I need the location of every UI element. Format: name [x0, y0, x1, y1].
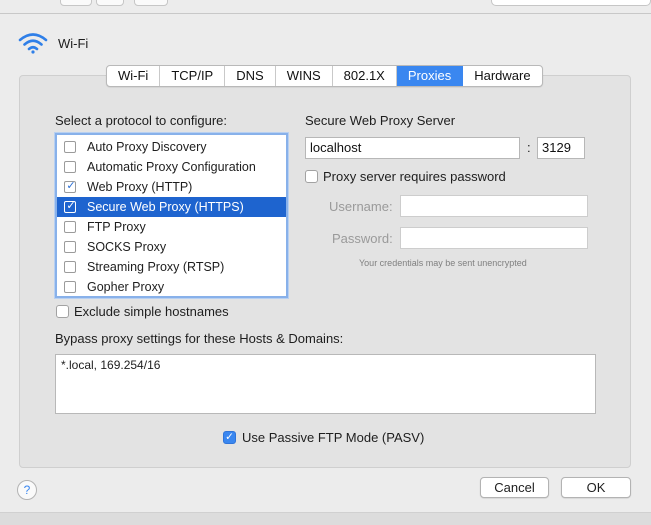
- protocol-label: FTP Proxy: [87, 220, 146, 234]
- requires-password-label: Proxy server requires password: [323, 169, 506, 184]
- passive-ftp-checkbox[interactable]: ✓: [223, 431, 236, 444]
- ok-button[interactable]: OK: [561, 477, 631, 498]
- bypass-label: Bypass proxy settings for these Hosts & …: [55, 331, 344, 346]
- port-separator: :: [527, 140, 531, 155]
- tab-wins[interactable]: WINS: [276, 66, 333, 86]
- tab-wifi[interactable]: Wi-Fi: [107, 66, 161, 86]
- proxy-host-field[interactable]: localhost: [305, 137, 520, 159]
- requires-password-checkbox[interactable]: [305, 170, 318, 183]
- username-field[interactable]: [400, 195, 588, 217]
- protocol-label: Gopher Proxy: [87, 280, 165, 294]
- bypass-hosts-field[interactable]: *.local, 169.254/16: [55, 354, 596, 414]
- protocol-label: Secure Web Proxy (HTTPS): [87, 200, 244, 214]
- protocol-item-gopher-proxy[interactable]: Gopher Proxy: [57, 277, 286, 297]
- server-heading: Secure Web Proxy Server: [305, 113, 456, 128]
- window-bottom-edge: [0, 512, 651, 525]
- protocol-label: Auto Proxy Discovery: [87, 140, 207, 154]
- protocol-list[interactable]: Auto Proxy Discovery Automatic Proxy Con…: [55, 133, 288, 298]
- protocol-list-heading: Select a protocol to configure:: [55, 113, 227, 128]
- interface-title: Wi-Fi: [58, 35, 89, 51]
- checkmark-icon: ✓: [225, 431, 234, 443]
- cancel-button[interactable]: Cancel: [480, 477, 549, 498]
- search-field[interactable]: [491, 0, 651, 6]
- password-field[interactable]: [400, 227, 588, 249]
- protocol-checkbox[interactable]: [64, 221, 76, 233]
- protocol-checkbox[interactable]: [64, 161, 76, 173]
- protocol-label: Streaming Proxy (RTSP): [87, 260, 225, 274]
- wifi-icon: [18, 33, 48, 54]
- protocol-checkbox[interactable]: [64, 141, 76, 153]
- toolbar-button[interactable]: [134, 0, 168, 6]
- protocol-label: SOCKS Proxy: [87, 240, 167, 254]
- credentials-note: Your credentials may be sent unencrypted: [359, 258, 527, 268]
- protocol-item-secure-web-proxy[interactable]: ✓ Secure Web Proxy (HTTPS): [57, 197, 286, 217]
- toolbar-button[interactable]: [96, 0, 124, 6]
- tab-bar: Wi-Fi TCP/IP DNS WINS 802.1X Proxies Har…: [106, 65, 543, 87]
- tab-proxies[interactable]: Proxies: [396, 66, 464, 86]
- passive-ftp-label: Use Passive FTP Mode (PASV): [242, 430, 425, 445]
- exclude-simple-hostnames-label: Exclude simple hostnames: [74, 304, 229, 319]
- protocol-item-auto-discovery[interactable]: Auto Proxy Discovery: [57, 137, 286, 157]
- protocol-item-web-proxy[interactable]: ✓ Web Proxy (HTTP): [57, 177, 286, 197]
- protocol-item-streaming-proxy[interactable]: Streaming Proxy (RTSP): [57, 257, 286, 277]
- protocol-item-auto-config[interactable]: Automatic Proxy Configuration: [57, 157, 286, 177]
- checkmark-icon: ✓: [66, 199, 76, 212]
- toolbar-button[interactable]: [60, 0, 92, 6]
- tab-hardware[interactable]: Hardware: [463, 66, 541, 86]
- toolbar-strip: [0, 0, 651, 14]
- interface-header: Wi-Fi: [18, 32, 88, 54]
- exclude-simple-hostnames-checkbox[interactable]: [56, 305, 69, 318]
- help-button[interactable]: ?: [17, 480, 37, 500]
- protocol-checkbox[interactable]: ✓: [64, 179, 76, 193]
- protocol-item-ftp-proxy[interactable]: FTP Proxy: [57, 217, 286, 237]
- protocol-label: Automatic Proxy Configuration: [87, 160, 256, 174]
- protocol-checkbox[interactable]: ✓: [64, 199, 76, 213]
- proxy-port-field[interactable]: 3129: [537, 137, 585, 159]
- protocol-checkbox[interactable]: [64, 261, 76, 273]
- username-label: Username:: [329, 199, 393, 214]
- protocol-item-socks-proxy[interactable]: SOCKS Proxy: [57, 237, 286, 257]
- protocol-label: Web Proxy (HTTP): [87, 180, 193, 194]
- tab-8021x[interactable]: 802.1X: [333, 66, 397, 86]
- protocol-checkbox[interactable]: [64, 281, 76, 293]
- password-label: Password:: [332, 231, 393, 246]
- checkmark-icon: ✓: [66, 179, 76, 192]
- tab-dns[interactable]: DNS: [225, 66, 276, 86]
- protocol-checkbox[interactable]: [64, 241, 76, 253]
- tab-tcpip[interactable]: TCP/IP: [160, 66, 226, 86]
